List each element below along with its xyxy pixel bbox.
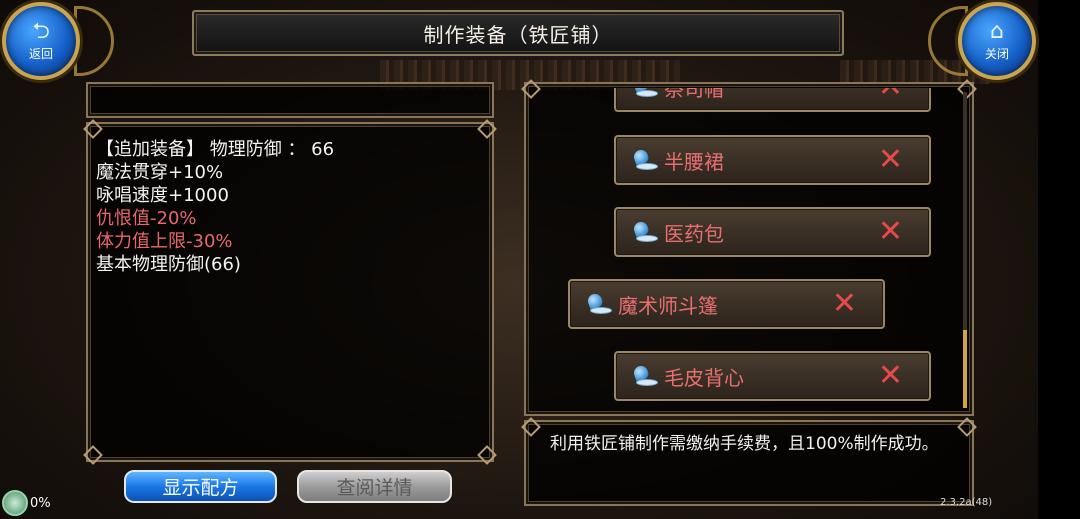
equipment-name-panel — [86, 82, 494, 118]
back-label: 返回 — [28, 46, 53, 61]
remove-icon[interactable]: ✕ — [878, 361, 903, 391]
close-button[interactable]: ⌂ 关闭 — [958, 2, 1036, 80]
loading-icon — [2, 490, 28, 516]
page-title: 制作装备（铁匠铺） — [423, 22, 613, 47]
item-name: 医药包 — [664, 221, 724, 246]
scrollbar-thumb[interactable] — [963, 330, 967, 408]
corner-ornament — [956, 416, 978, 438]
list-item[interactable]: 医药包 ✕ — [614, 207, 931, 257]
progress-indicator: 0% — [2, 490, 51, 516]
hat-icon — [632, 220, 658, 244]
description-text: 利用铁匠铺制作需缴纳手续费，且100%制作成功。 — [550, 434, 939, 454]
show-recipe-button[interactable]: 显示配方 — [124, 470, 277, 503]
list-item[interactable]: 毛皮背心 ✕ — [614, 351, 931, 401]
remove-icon[interactable]: ✕ — [832, 289, 857, 319]
back-button[interactable]: ⮌ 返回 — [2, 2, 80, 80]
close-label: 关闭 — [984, 46, 1009, 61]
stat-line: 魔法贯穿+10% — [96, 162, 224, 183]
corner-ornament — [520, 416, 542, 438]
stat-line: 咏唱速度+1000 — [96, 185, 229, 206]
recipe-list[interactable]: 祭司帽 ✕ 半腰裙 ✕ 医药包 ✕ 魔术师斗篷 ✕ 毛皮背心 ✕ — [530, 88, 960, 410]
corner-ornament — [476, 444, 498, 466]
corner-ornament — [82, 118, 104, 140]
item-name: 魔术师斗篷 — [618, 293, 718, 318]
hat-icon — [632, 364, 658, 388]
stat-line: 仇恨值-20% — [96, 208, 197, 229]
stat-line: 体力值上限-30% — [96, 231, 233, 252]
remove-icon[interactable]: ✕ — [878, 145, 903, 175]
item-name: 毛皮背心 — [664, 365, 744, 390]
screen-edge — [1038, 0, 1080, 519]
stat-header: 【追加装备】 物理防御 ： 66 — [96, 139, 335, 160]
list-item[interactable]: 半腰裙 ✕ — [614, 135, 931, 185]
corner-ornament — [82, 444, 104, 466]
home-icon: ⌂ — [990, 18, 1004, 44]
remove-icon[interactable]: ✕ — [878, 88, 903, 102]
hat-icon — [586, 292, 612, 316]
item-name: 祭司帽 — [664, 88, 724, 101]
progress-text: 0% — [30, 495, 51, 511]
list-item[interactable]: 祭司帽 ✕ — [614, 88, 931, 112]
corner-ornament — [476, 118, 498, 140]
item-name: 半腰裙 — [664, 149, 724, 174]
hat-icon — [632, 148, 658, 172]
title-bar: 制作装备（铁匠铺） — [192, 10, 844, 56]
list-item-selected[interactable]: 魔术师斗篷 ✕ — [568, 279, 885, 329]
version-text: 2.3.2a(48) — [940, 497, 993, 508]
view-details-button[interactable]: 查阅详情 — [297, 470, 452, 503]
equipment-stats: 【追加装备】 物理防御 ： 66 魔法贯穿+10% 咏唱速度+1000 仇恨值-… — [96, 138, 334, 276]
remove-icon[interactable]: ✕ — [878, 217, 903, 247]
hat-icon — [632, 88, 658, 99]
back-arrow-icon: ⮌ — [32, 18, 50, 44]
stat-line: 基本物理防御(66) — [96, 254, 241, 275]
